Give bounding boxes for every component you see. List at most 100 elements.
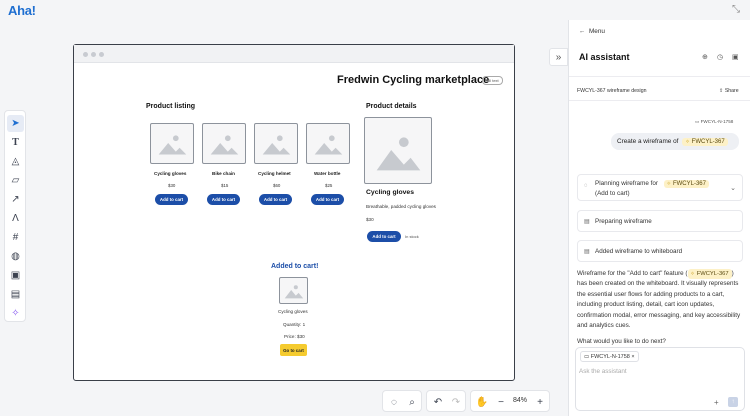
color-palette-icon[interactable]: ◍	[7, 248, 24, 265]
comment-search-group: ◌ ⌕	[382, 390, 422, 412]
attachment-label: FWCYL-N-1758	[590, 353, 630, 360]
product-price: $25	[325, 183, 333, 188]
new-chat-icon[interactable]: ⊕	[702, 53, 708, 61]
product-price: $30	[168, 183, 176, 188]
detail-description: Breathable, padded cycling gloves	[366, 204, 436, 209]
doc-icon: ▭	[584, 353, 590, 360]
document-icon: ▤	[584, 219, 590, 225]
product-name: Cycling gloves	[154, 171, 187, 176]
zoom-group: ✋ − 84% +	[470, 390, 550, 412]
panel-expand-icon[interactable]: »	[549, 48, 568, 66]
history-group: ↶ ↷	[426, 390, 466, 412]
product-price: $15	[221, 183, 229, 188]
record-icon: ⁘	[685, 138, 690, 145]
ask-input[interactable]	[579, 365, 739, 377]
added-to-cart-title: Added to cart!	[271, 263, 319, 270]
add-to-cart-button[interactable]: Add to cart	[259, 194, 292, 205]
fill-text-badge: Fill text	[482, 76, 503, 85]
collapse-icon[interactable]: ⤡	[732, 4, 740, 15]
product-name: Cycling helmet	[258, 171, 291, 176]
product-name: Bike chain	[212, 171, 235, 176]
add-to-cart-button[interactable]: Add to cart	[155, 194, 188, 205]
product-image-placeholder	[254, 123, 298, 164]
conversation-title: FWCYL-367 wireframe design	[577, 88, 647, 94]
divider	[569, 76, 750, 77]
zoom-out-icon[interactable]: −	[494, 395, 508, 409]
shapes-tool-icon[interactable]: ◬	[7, 153, 24, 170]
menu-back-link[interactable]: ← Menu	[579, 28, 605, 35]
step-preparing: ▤ Preparing wireframe	[577, 210, 743, 232]
frame-tool-icon[interactable]: #	[7, 229, 24, 246]
response-lead: Wireframe for the "Add to cart" feature …	[577, 270, 688, 277]
detail-product-name: Cycling gloves	[366, 189, 414, 196]
browser-bar	[74, 45, 514, 63]
product-details-title: Product details	[366, 103, 417, 110]
record-icon: ⁘	[690, 271, 695, 277]
ai-assistant-panel: ← Menu AI assistant ⊕ ◷ ▣ FWCYL-367 wire…	[568, 20, 750, 416]
document-icon: ▤	[584, 249, 590, 255]
chat-bubble-icon: ◌	[584, 183, 588, 189]
image-tool-icon[interactable]: ▣	[7, 267, 24, 284]
user-message: Create a wireframe of ⁘ FWCYL-367	[611, 133, 739, 150]
product-image-placeholder	[150, 123, 194, 164]
detail-price: $30	[366, 217, 374, 222]
marketplace-title: Fredwin Cycling marketplace	[337, 74, 490, 86]
add-icon[interactable]: +	[714, 398, 719, 407]
arrow-left-icon: ←	[579, 28, 586, 35]
divider	[569, 100, 750, 101]
send-icon[interactable]: ↑	[728, 397, 738, 407]
cart-item-image-placeholder	[279, 277, 308, 304]
text-tool-icon[interactable]: T	[7, 134, 24, 151]
panel-title: AI assistant	[579, 52, 630, 62]
product-listing-title: Product listing	[146, 103, 195, 110]
wireframe-frame[interactable]: Fredwin Cycling marketplace Fill text Pr…	[73, 44, 515, 381]
step-preparing-text: Preparing wireframe	[595, 218, 652, 225]
detail-add-to-cart-button[interactable]: Add to cart	[367, 231, 401, 242]
pen-tool-icon[interactable]: Ʌ	[7, 210, 24, 227]
share-button[interactable]: ⇪ Share	[719, 88, 739, 94]
search-icon[interactable]: ⌕	[405, 395, 419, 409]
followup-question: What would you like to do next?	[577, 338, 666, 345]
zoom-in-icon[interactable]: +	[533, 395, 547, 409]
zoom-level[interactable]: 84%	[513, 397, 527, 404]
add-to-cart-button[interactable]: Add to cart	[207, 194, 240, 205]
window-dot	[91, 52, 96, 57]
step-planning-text: Planning wireframe for ⁘ FWCYL-367	[595, 180, 709, 188]
share-label: Share	[724, 88, 739, 94]
close-icon[interactable]: ×	[631, 354, 634, 360]
user-message-text: Create a wireframe of	[617, 138, 679, 145]
cart-item-name: Cycling gloves	[278, 309, 308, 314]
select-tool-icon[interactable]: ➤	[7, 115, 24, 132]
record-chip[interactable]: ⁘ FWCYL-367	[687, 269, 732, 280]
product-image-placeholder	[202, 123, 246, 164]
undo-icon[interactable]: ↶	[431, 395, 445, 409]
step-added: ▤ Added wireframe to whiteboard	[577, 240, 743, 262]
reference-chip[interactable]: ▭ FWCYL-N-1758	[695, 119, 733, 125]
ai-sparkle-icon[interactable]: ✧	[7, 305, 24, 322]
assistant-response: Wireframe for the "Add to cart" feature …	[577, 269, 745, 331]
hand-pan-icon[interactable]: ✋	[475, 395, 489, 409]
chevron-down-icon[interactable]: ⌄	[730, 184, 736, 192]
settings-icon[interactable]: ▣	[732, 53, 739, 61]
share-icon: ⇪	[719, 88, 724, 94]
history-icon[interactable]: ◷	[717, 53, 723, 61]
comment-icon[interactable]: ◌	[387, 395, 401, 409]
sticky-note-tool-icon[interactable]: ▱	[7, 172, 24, 189]
go-to-cart-button[interactable]: Go to cart	[280, 344, 307, 356]
product-image-placeholder	[306, 123, 350, 164]
doc-icon: ▭	[695, 119, 700, 124]
step-planning[interactable]: ◌ Planning wireframe for ⁘ FWCYL-367 (Add…	[577, 174, 743, 201]
stock-status: In stock	[405, 234, 419, 239]
record-chip[interactable]: ⁘ FWCYL-367	[682, 137, 728, 146]
message-composer: ▭ FWCYL-N-1758 × + ↑	[575, 347, 745, 411]
window-dot	[83, 52, 88, 57]
template-tool-icon[interactable]: ▤	[7, 286, 24, 303]
attachment-chip[interactable]: ▭ FWCYL-N-1758 ×	[580, 351, 639, 362]
connector-tool-icon[interactable]: ↗	[7, 191, 24, 208]
cart-item-price: Price: $30	[284, 334, 305, 339]
redo-icon[interactable]: ↷	[449, 395, 463, 409]
product-name: Water bottle	[314, 171, 341, 176]
add-to-cart-button[interactable]: Add to cart	[311, 194, 344, 205]
record-chip[interactable]: ⁘ FWCYL-367	[663, 180, 709, 188]
window-dot	[99, 52, 104, 57]
